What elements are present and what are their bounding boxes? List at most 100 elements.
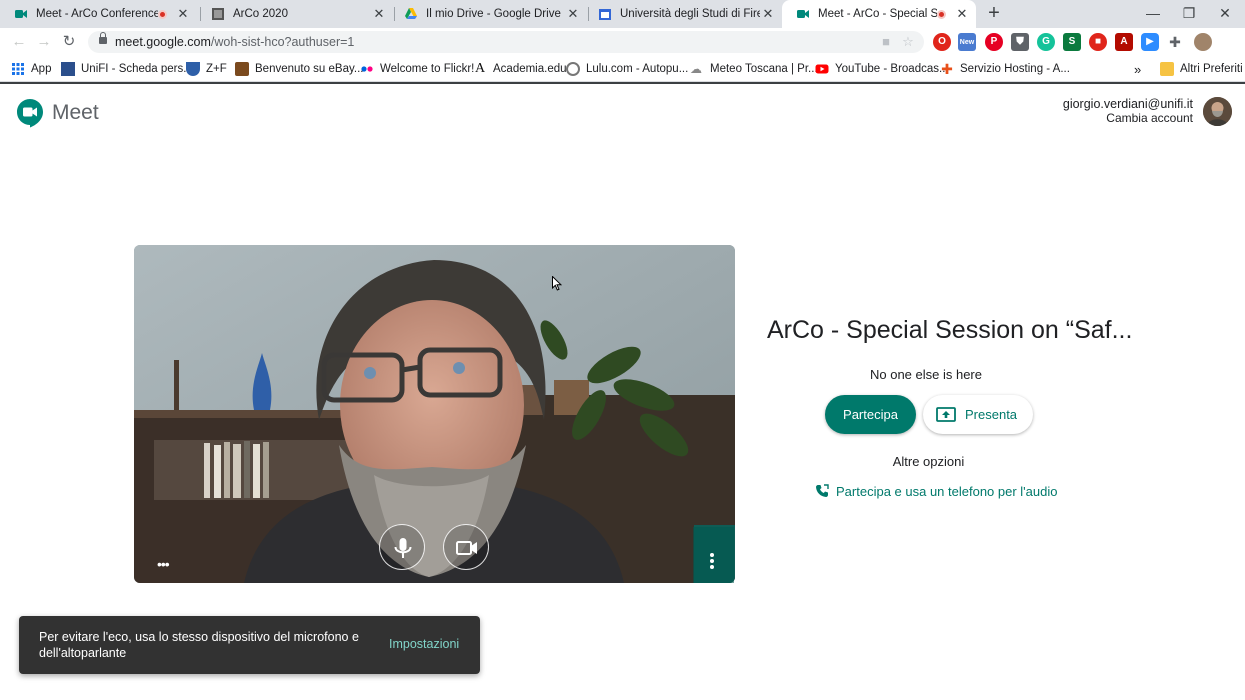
- close-tab-icon[interactable]: ✕: [565, 6, 581, 22]
- settings-action-button[interactable]: Impostazioni: [389, 637, 459, 651]
- join-by-phone-link[interactable]: Partecipa e usa un telefono per l'audio: [815, 483, 1057, 499]
- hosting-icon: ✚: [941, 61, 953, 77]
- minimize-window-button[interactable]: —: [1138, 2, 1168, 24]
- academia-icon: A: [474, 61, 486, 76]
- browser-toolbar: ← → ↻ meet.google.com/woh-sist-hco?authu…: [0, 28, 1245, 56]
- ad-block-extension-icon[interactable]: ■: [1089, 33, 1107, 51]
- bookmark-item[interactable]: Lulu.com - Autopu...: [566, 60, 688, 78]
- forward-button[interactable]: →: [33, 31, 55, 53]
- bookmark-item[interactable]: ✚ Servizio Hosting - A...: [940, 60, 1070, 78]
- browser-tab-arco-2020[interactable]: ArCo 2020 ✕: [197, 0, 393, 28]
- microphone-icon: [394, 538, 412, 558]
- join-meeting-button[interactable]: Partecipa: [825, 395, 916, 434]
- unifi-calendar-icon: [599, 9, 611, 20]
- extensions-puzzle-icon[interactable]: ✚: [1166, 33, 1184, 51]
- other-options-heading: Altre opzioni: [892, 454, 965, 469]
- bookmark-label: Altri Preferiti: [1180, 63, 1243, 75]
- bookmark-label: UniFI - Scheda pers...: [81, 63, 193, 75]
- camera-feed-image: [134, 245, 735, 583]
- apps-grid-icon: [12, 63, 24, 75]
- browser-tab-google-drive[interactable]: Il mio Drive - Google Drive ✕: [390, 0, 587, 28]
- snackbar-message: Per evitare l'eco, usa lo stesso disposi…: [39, 630, 359, 660]
- tab-title: ArCo 2020: [233, 8, 288, 20]
- self-video-preview: [134, 245, 735, 583]
- bookmark-label: YouTube - Broadcas...: [835, 63, 949, 75]
- meet-favicon-icon: [15, 10, 27, 18]
- bookmark-item[interactable]: YouTube - Broadcas...: [815, 60, 949, 78]
- unifi-icon: [61, 62, 75, 76]
- extension-badge: New: [959, 39, 975, 46]
- restore-window-button[interactable]: ❐: [1174, 2, 1204, 24]
- pinterest-extension-icon[interactable]: P: [985, 33, 1003, 51]
- account-avatar[interactable]: [1203, 97, 1232, 126]
- sheets-extension-icon[interactable]: S: [1063, 33, 1081, 51]
- more-options-button[interactable]: [693, 527, 734, 583]
- microphone-toggle-button[interactable]: [379, 524, 425, 570]
- present-button-label: Presenta: [965, 407, 1018, 422]
- bookmark-star-icon[interactable]: ☆: [900, 34, 916, 50]
- arco-favicon-icon: [212, 8, 224, 20]
- reload-button[interactable]: ↻: [58, 31, 80, 53]
- zoom-extension-icon[interactable]: ▶: [1141, 33, 1159, 51]
- camera-in-use-icon[interactable]: ■: [878, 34, 894, 50]
- video-camera-icon: [456, 541, 477, 555]
- join-by-phone-label: Partecipa e usa un telefono per l'audio: [836, 483, 1058, 499]
- profile-avatar-icon[interactable]: [1194, 33, 1212, 51]
- url-text[interactable]: meet.google.com/woh-sist-hco?authuser=1: [115, 35, 354, 49]
- close-tab-icon[interactable]: ✕: [760, 6, 776, 22]
- close-tab-icon[interactable]: ✕: [175, 6, 191, 22]
- browser-tab-meet-arco-conference[interactable]: Meet - ArCo Conference - D ✕: [0, 0, 197, 28]
- new-extension-icon[interactable]: New: [958, 33, 976, 51]
- meeting-title: ArCo - Special Session on “Saf...: [767, 316, 1133, 344]
- bookmark-label: Lulu.com - Autopu...: [586, 63, 689, 75]
- google-drive-icon: [405, 8, 417, 19]
- opera-extension-icon[interactable]: O: [933, 33, 951, 51]
- tab-title: Il mio Drive - Google Drive: [426, 8, 561, 20]
- bookmark-item[interactable]: Benvenuto su eBay...: [235, 60, 363, 78]
- tab-title: Università degli Studi di Firenze: [620, 8, 760, 20]
- bookmark-item[interactable]: A Academia.edu: [473, 60, 567, 78]
- bookmark-item[interactable]: UniFI - Scheda pers...: [61, 60, 193, 78]
- shield-extension-icon[interactable]: ⛊: [1011, 33, 1029, 51]
- meteo-icon: ☁: [690, 62, 702, 76]
- back-button[interactable]: ←: [8, 31, 30, 53]
- recording-indicator-icon: [937, 9, 946, 19]
- bookmark-label: Benvenuto su eBay...: [255, 63, 364, 75]
- zf-icon: [186, 62, 200, 76]
- new-tab-button[interactable]: +: [982, 2, 1006, 26]
- folder-icon: [1160, 62, 1174, 76]
- meet-product-name: Meet: [52, 101, 99, 124]
- bookmark-label: Z+F: [206, 63, 227, 75]
- bookmark-item[interactable]: Z+F: [186, 60, 227, 78]
- other-bookmarks-folder[interactable]: Altri Preferiti: [1160, 60, 1243, 78]
- ebay-icon: [235, 62, 249, 76]
- participants-status: No one else is here: [869, 367, 982, 382]
- camera-toggle-button[interactable]: [443, 524, 489, 570]
- tab-title: Meet - ArCo - Special Sessio: [818, 8, 937, 20]
- bookmarks-overflow-button[interactable]: »: [1134, 60, 1141, 78]
- present-button[interactable]: Presenta: [923, 395, 1033, 434]
- google-meet-logo-icon: [17, 99, 43, 128]
- browser-tab-meet-special-session[interactable]: Meet - ArCo - Special Sessio ✕: [782, 0, 976, 28]
- bookmarks-bar: App UniFI - Scheda pers... Z+F Benvenuto…: [0, 56, 1245, 82]
- mouse-cursor-icon: [552, 276, 562, 291]
- account-email: giorgio.verdiani@unifi.it: [1062, 97, 1193, 111]
- close-window-button[interactable]: ✕: [1210, 2, 1240, 24]
- url-path: /woh-sist-hco?authuser=1: [210, 35, 355, 49]
- bookmark-label: App: [31, 63, 52, 75]
- lulu-icon: [566, 62, 580, 76]
- close-tab-icon[interactable]: ✕: [954, 6, 970, 22]
- page-top-border: [0, 82, 1245, 84]
- close-tab-icon[interactable]: ✕: [371, 6, 387, 22]
- browser-tab-unifi[interactable]: Università degli Studi di Firenze ✕: [584, 0, 782, 28]
- more-vert-icon: [710, 553, 714, 557]
- pdf-extension-icon[interactable]: A: [1115, 33, 1133, 51]
- overflow-chevron-icon: »: [1134, 61, 1142, 77]
- bookmark-item[interactable]: App: [11, 60, 51, 78]
- bookmark-item[interactable]: Welcome to Flickr!: [360, 60, 474, 78]
- grammarly-extension-icon[interactable]: G: [1037, 33, 1055, 51]
- visual-effects-icon[interactable]: •••: [157, 556, 170, 572]
- switch-account-link[interactable]: Cambia account: [1106, 111, 1193, 125]
- address-bar[interactable]: meet.google.com/woh-sist-hco?authuser=1 …: [88, 31, 924, 53]
- bookmark-item[interactable]: ☁ Meteo Toscana | Pr...: [690, 60, 818, 78]
